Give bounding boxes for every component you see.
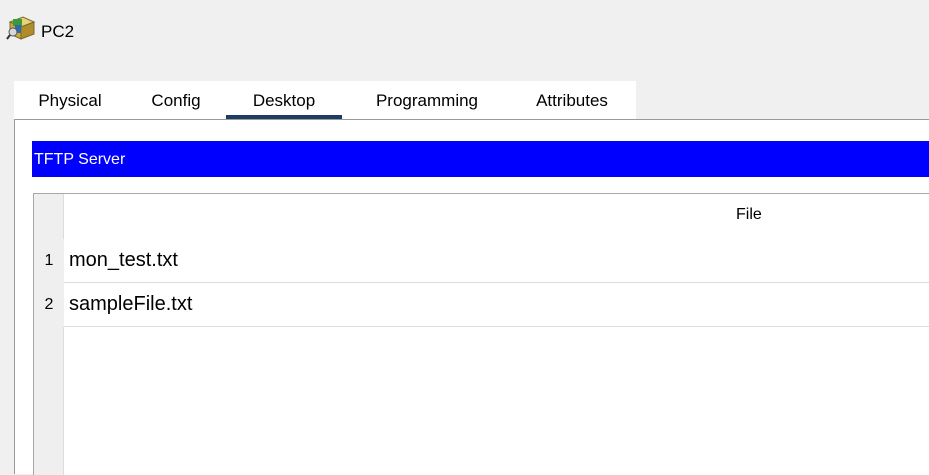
tab-desktop[interactable]: Desktop [226,81,342,119]
table-row[interactable]: 1 mon_test.txt [34,239,929,283]
title-bar: PC2 [0,0,929,66]
tab-programming[interactable]: Programming [358,81,496,119]
column-header-label: File [736,206,762,223]
file-cell[interactable]: sampleFile.txt [64,283,929,327]
tab-label: Physical [38,91,102,110]
tab-physical[interactable]: Physical [27,81,113,119]
tab-label: Attributes [536,91,608,110]
tab-bar: Physical Config Desktop Programming Attr… [14,81,636,119]
file-column-header[interactable]: File [64,194,929,239]
window-title: PC2 [41,22,75,41]
tab-config[interactable]: Config [143,81,209,119]
tab-attributes[interactable]: Attributes [524,81,620,119]
file-cell[interactable]: mon_test.txt [64,239,929,283]
row-number: 1 [34,239,64,283]
desktop-content: TFTP Server File 1 mon_test.txt 2 sample… [14,119,929,475]
table-row[interactable]: 2 sampleFile.txt [34,283,929,327]
tftp-file-table[interactable]: File 1 mon_test.txt 2 sampleFile.txt [33,193,929,475]
row-header-column [34,194,64,475]
tab-label: Desktop [252,91,316,110]
tab-label: Programming [375,91,479,110]
tab-label: Config [151,91,201,110]
tftp-server-header: TFTP Server [32,141,929,177]
row-number: 2 [34,283,64,327]
packet-tracer-pc-icon [6,16,36,40]
